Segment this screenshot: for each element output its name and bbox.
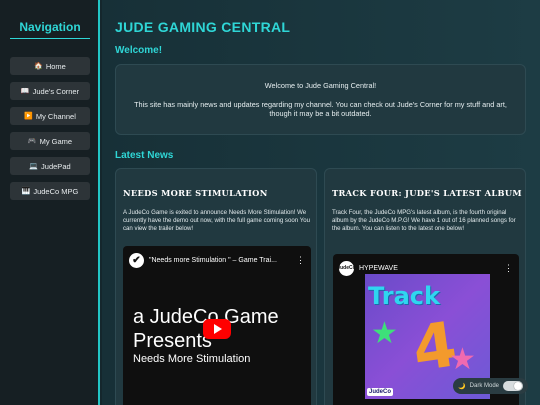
thumbnail-text: Needs More Stimulation (133, 353, 251, 365)
nav-item-my-game[interactable]: 🎮 My Game (10, 132, 90, 150)
channel-logo-icon[interactable]: ✔ (129, 252, 144, 268)
video-title[interactable]: "Needs more Stimulation " – Game Trai... (149, 257, 277, 264)
nav-item-judes-corner[interactable]: 📖 Jude's Corner (10, 82, 90, 100)
latest-news-heading: Latest News (115, 150, 174, 161)
video-title[interactable]: HYPEWAVE (359, 265, 398, 272)
toggle-switch[interactable] (503, 381, 523, 391)
nav-item-home[interactable]: 🏠 Home (10, 57, 90, 75)
thumbnail-text: Presents (133, 330, 212, 352)
news-card-track-four: TRACK FOUR: JUDE'S LATEST ALBUM Track Fo… (324, 168, 526, 405)
more-options-icon[interactable]: ⋮ (296, 255, 305, 266)
page-title: JUDE GAMING CENTRAL (115, 19, 291, 35)
nav-item-label: Jude's Corner (32, 86, 80, 96)
laptop-icon: 💻 (29, 163, 39, 170)
album-track-text: Track (368, 282, 440, 310)
main-content: JUDE GAMING CENTRAL Welcome! Welcome to … (102, 0, 540, 405)
video-header: ✔ "Needs more Stimulation " – Game Trai.… (129, 252, 305, 268)
star-icon: ★ (371, 317, 398, 350)
star-icon: ★ (449, 343, 476, 376)
sidebar: Navigation 🏠 Home 📖 Jude's Corner ▶️ My … (0, 0, 100, 405)
album-brand: JudeCo (367, 388, 394, 396)
play-icon (214, 324, 222, 334)
home-icon: 🏠 (34, 63, 43, 70)
welcome-box: Welcome to Jude Gaming Central! This sit… (115, 64, 526, 135)
nav-item-label: My Channel (35, 111, 76, 121)
nav-title: Navigation (10, 20, 90, 39)
dark-mode-label: Dark Mode (469, 383, 499, 389)
dark-mode-toggle[interactable]: 🌙 Dark Mode (453, 378, 528, 394)
nav-item-label: Home (45, 61, 66, 71)
youtube-embed[interactable]: ✔ "Needs more Stimulation " – Game Trai.… (123, 246, 311, 405)
nav-item-judeco-mpg[interactable]: 🎹 JudeCo MPG (10, 182, 90, 200)
nav-item-my-channel[interactable]: ▶️ My Channel (10, 107, 90, 125)
more-options-icon[interactable]: ⋮ (504, 263, 513, 274)
news-card-text: A JudeCo Game is exited to announce Need… (123, 209, 310, 232)
play-button[interactable] (203, 319, 231, 339)
channel-logo-icon[interactable]: JudeCo (337, 260, 356, 276)
nav-item-label: My Game (39, 136, 73, 146)
welcome-description: This site has mainly news and updates re… (134, 99, 507, 118)
book-icon: 📖 (20, 88, 30, 95)
welcome-heading: Welcome! (115, 45, 163, 56)
news-card-needs-more-stimulation: NEEDS MORE STIMULATION A JudeCo Game is … (115, 168, 317, 405)
news-card-text: Track Four, the JudeCo MPG's latest albu… (332, 209, 516, 232)
news-card-title: TRACK FOUR: JUDE'S LATEST ALBUM (332, 188, 522, 198)
gamepad-icon: 🎮 (27, 138, 37, 145)
nav-item-label: JudeCo MPG (33, 186, 79, 196)
piano-icon: 🎹 (21, 188, 31, 195)
welcome-line: Welcome to Jude Gaming Central! (264, 81, 377, 90)
moon-icon: 🌙 (458, 383, 466, 390)
nav-item-label: JudePad (41, 161, 71, 171)
nav-item-judepad[interactable]: 💻 JudePad (10, 157, 90, 175)
play-icon: ▶️ (24, 113, 33, 120)
news-card-title: NEEDS MORE STIMULATION (123, 188, 268, 198)
